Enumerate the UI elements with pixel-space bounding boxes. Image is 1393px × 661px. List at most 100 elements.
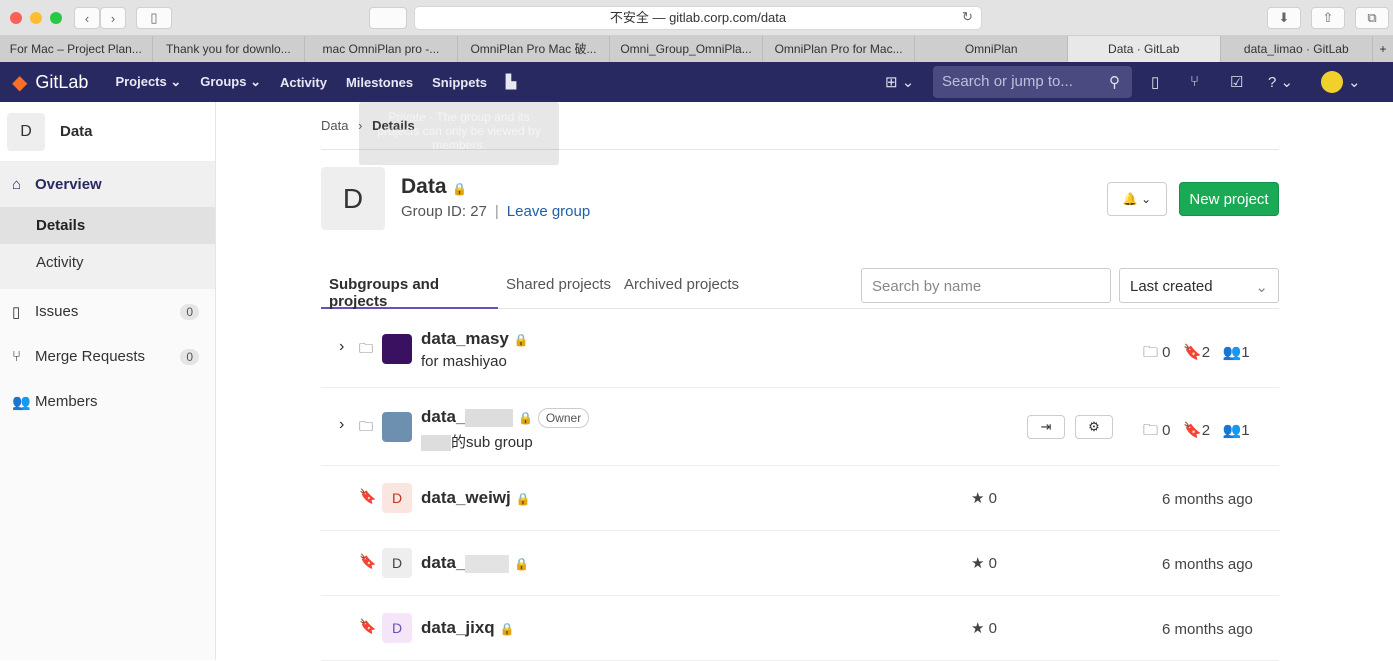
- nav-groups[interactable]: Groups ⌄: [200, 74, 261, 90]
- notification-dropdown[interactable]: 🔔 ⌄: [1107, 182, 1167, 216]
- subgroup-row[interactable]: › 🗀 data_ 🔒 Owner 的sub group ⇥ ⚙ 🗀 0 🔖2 …: [321, 388, 1279, 466]
- count-badge: 0: [180, 348, 199, 365]
- avatar[interactable]: [1321, 71, 1343, 93]
- forward-icon[interactable]: ›: [100, 7, 126, 29]
- bookmark-icon: 🔖: [359, 488, 377, 504]
- project-name[interactable]: data_ 🔒: [421, 553, 529, 573]
- back-icon[interactable]: ‹: [74, 7, 100, 29]
- chevron-down-icon: ⌄: [1255, 279, 1268, 296]
- browser-tab[interactable]: OmniPlan Pro for Mac...: [763, 36, 916, 62]
- bookmark-icon: 🔖: [359, 553, 377, 569]
- lock-icon: 🔒: [499, 622, 515, 636]
- subgroup-row[interactable]: › 🗀 data_masy 🔒 for mashiyao 🗀 0 🔖2 👥1: [321, 310, 1279, 388]
- settings-gear-icon[interactable]: ⚙: [1075, 415, 1113, 439]
- chevron-down-icon[interactable]: ⌄: [1348, 73, 1361, 91]
- plus-icon[interactable]: ⊞ ⌄: [885, 73, 914, 91]
- reload-icon[interactable]: ↻: [962, 9, 973, 25]
- owner-badge: Owner: [537, 408, 590, 428]
- group-avatar: D: [7, 112, 45, 151]
- reader-button[interactable]: [369, 7, 407, 29]
- help-icon[interactable]: ? ⌄: [1268, 73, 1293, 91]
- name-text: data_: [421, 407, 466, 426]
- count-badge: 0: [180, 303, 199, 320]
- tab-subgroups-and-projects[interactable]: Subgroups and projects: [321, 268, 498, 310]
- sidebar-item-overview[interactable]: ⌂ Overview: [0, 162, 215, 207]
- subgroup-description: 的sub group: [421, 431, 533, 452]
- tab-archived-projects[interactable]: Archived projects: [624, 276, 739, 293]
- browser-tabs: For Mac – Project Plan... Thank you for …: [0, 36, 1393, 62]
- download-icon[interactable]: ⬇: [1267, 7, 1301, 29]
- search-input[interactable]: Search or jump to...: [933, 66, 1132, 98]
- sidebar-item-issues[interactable]: ▯ Issues 0: [0, 289, 215, 334]
- project-row[interactable]: 🔖 D data_ 🔒 ★ 0 6 months ago: [321, 531, 1279, 596]
- star-count: ★ 0: [971, 619, 997, 637]
- maximize-window-button[interactable]: [50, 12, 62, 24]
- star-value: 0: [988, 490, 997, 507]
- home-icon: ⌂: [12, 176, 22, 193]
- member-count: 1: [1241, 422, 1250, 439]
- group-name: Data: [401, 175, 447, 198]
- chart-icon[interactable]: ▙: [506, 74, 516, 90]
- search-by-name-input[interactable]: Search by name: [861, 268, 1111, 303]
- subgroup-name[interactable]: data_masy 🔒: [421, 329, 529, 349]
- chevron-right-icon[interactable]: ›: [339, 338, 344, 356]
- sidebar-item-label: Merge Requests: [35, 348, 146, 365]
- group-avatar-large: D: [321, 167, 385, 230]
- updated-time: 6 months ago: [1162, 621, 1253, 638]
- sidebar-item-activity[interactable]: Activity: [0, 244, 215, 281]
- new-tab-icon[interactable]: +: [1373, 36, 1393, 62]
- description-text: 的sub group: [451, 434, 533, 451]
- project-row[interactable]: 🔖 D data_jixq 🔒 ★ 0 6 months ago: [321, 596, 1279, 661]
- subgroup-avatar: [382, 412, 412, 442]
- issues-icon[interactable]: ▯: [1151, 73, 1159, 91]
- browser-tab-active[interactable]: Data · GitLab: [1067, 36, 1221, 62]
- browser-tab[interactable]: For Mac – Project Plan...: [0, 36, 153, 62]
- project-avatar: D: [382, 548, 412, 578]
- browser-tab[interactable]: data_limao · GitLab: [1221, 36, 1374, 62]
- new-project-button[interactable]: New project: [1179, 182, 1279, 216]
- url-bar[interactable]: 不安全 — gitlab.corp.com/data: [414, 6, 982, 30]
- browser-tab[interactable]: OmniPlan Pro Mac 破...: [458, 36, 611, 62]
- project-row[interactable]: 🔖 D data_weiwj 🔒 ★ 0 6 months ago: [321, 466, 1279, 531]
- sidebar: D Data ⌂ Overview Details Activity ▯ Issue…: [0, 102, 216, 660]
- gitlab-logo-icon[interactable]: ◆: [12, 70, 27, 95]
- nav-projects[interactable]: Projects ⌄: [115, 74, 181, 90]
- todo-icon[interactable]: ☑: [1230, 73, 1243, 91]
- browser-tab[interactable]: Thank you for downlo...: [153, 36, 306, 62]
- folder-icon: 🗀: [359, 340, 373, 356]
- minimize-window-button[interactable]: [30, 12, 42, 24]
- breadcrumb-parent[interactable]: Data: [321, 118, 348, 133]
- close-window-button[interactable]: [10, 12, 22, 24]
- project-name[interactable]: data_jixq 🔒: [421, 618, 514, 638]
- leave-subgroup-button[interactable]: ⇥: [1027, 415, 1065, 439]
- merge-request-icon[interactable]: ⑂: [1190, 73, 1199, 90]
- sort-dropdown[interactable]: Last created ⌄: [1119, 268, 1279, 303]
- browser-toolbar: ‹ › ▯ 不安全 — gitlab.corp.com/data ↻ ⬇ ⇧ ⧉: [0, 0, 1393, 36]
- chevron-right-icon[interactable]: ›: [339, 416, 344, 434]
- leave-group-link[interactable]: Leave group: [507, 203, 590, 220]
- folder-icon: 🗀: [359, 418, 373, 434]
- sidebar-item-label: Overview: [35, 176, 102, 193]
- issues-icon: ▯: [12, 303, 21, 321]
- nav-activity[interactable]: Activity: [280, 75, 327, 90]
- updated-time: 6 months ago: [1162, 556, 1253, 573]
- nav-snippets[interactable]: Snippets: [432, 75, 487, 90]
- sidebar-item-details[interactable]: Details: [0, 207, 215, 244]
- search-icon: ⚲: [1109, 74, 1120, 91]
- share-icon[interactable]: ⇧: [1311, 7, 1345, 29]
- subgroup-stats: 🗀 0 🔖2 👥1: [1143, 344, 1250, 361]
- tabs-overview-icon[interactable]: ⧉: [1355, 7, 1389, 29]
- star-icon: ★: [971, 555, 985, 572]
- brand[interactable]: GitLab: [35, 72, 88, 93]
- sidebar-item-merge-requests[interactable]: ⑂ Merge Requests 0: [0, 334, 215, 379]
- sidebar-item-members[interactable]: 👥 Members: [0, 379, 215, 424]
- sidebar-group-header[interactable]: D Data: [0, 102, 215, 162]
- browser-tab[interactable]: mac OmniPlan pro -...: [305, 36, 458, 62]
- browser-tab[interactable]: OmniPlan: [915, 36, 1068, 62]
- browser-tab[interactable]: Omni_Group_OmniPla...: [610, 36, 763, 62]
- nav-milestones[interactable]: Milestones: [346, 75, 413, 90]
- sidebar-icon[interactable]: ▯: [136, 7, 172, 29]
- tab-shared-projects[interactable]: Shared projects: [506, 276, 611, 293]
- project-name[interactable]: data_weiwj 🔒: [421, 488, 530, 508]
- subgroup-name[interactable]: data_ 🔒 Owner: [421, 407, 590, 428]
